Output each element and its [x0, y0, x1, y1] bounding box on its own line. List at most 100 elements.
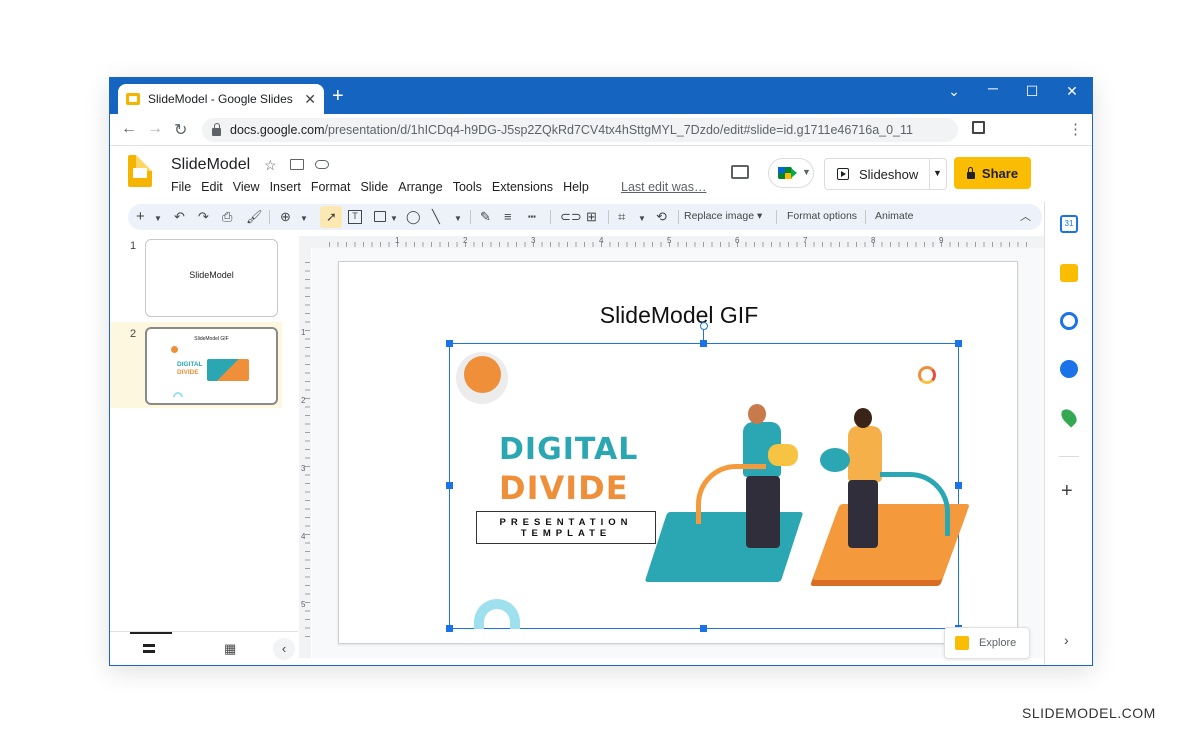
document-title[interactable]: SlideModel	[171, 156, 250, 174]
insert-image-icon[interactable]	[374, 211, 386, 222]
animate-button[interactable]: Animate	[875, 210, 914, 222]
back-icon[interactable]: ←	[121, 120, 137, 138]
menu-file[interactable]: File	[171, 180, 191, 194]
hide-filmstrip-icon[interactable]: ‹	[273, 638, 295, 660]
show-side-panel-icon[interactable]: ›	[1064, 632, 1069, 648]
shape-icon[interactable]: ◯	[406, 208, 421, 226]
menu-tools[interactable]: Tools	[453, 180, 482, 194]
add-comment-icon[interactable]: ⊞	[586, 208, 597, 226]
paint-format-icon[interactable]: 🖌	[246, 208, 263, 226]
tab-strip: SlideModel - Google Slides ✕ + ⌄ ─ ☐ ✕	[110, 78, 1092, 114]
resize-handle-tr[interactable]	[955, 340, 962, 347]
headline-divide: DIVIDE	[499, 469, 629, 507]
url-field[interactable]: docs.google.com/presentation/d/1hICDq4-h…	[202, 118, 958, 142]
menu-slide[interactable]: Slide	[360, 180, 388, 194]
select-cursor-icon[interactable]: ➚	[326, 208, 337, 226]
crop-menu-icon[interactable]: ▼	[638, 210, 646, 228]
side-panel-icon[interactable]	[972, 121, 985, 134]
browser-tab[interactable]: SlideModel - Google Slides ✕	[118, 84, 324, 114]
resize-handle-l[interactable]	[446, 482, 453, 489]
thumb-illustration	[207, 359, 249, 381]
minimize-icon[interactable]: ─	[973, 80, 1013, 96]
meet-button[interactable]: ▼	[768, 158, 814, 188]
insert-link-icon[interactable]: ⊂⊃	[560, 208, 582, 226]
orange-circle-decoration	[464, 356, 501, 393]
line-icon[interactable]: ╲	[432, 208, 440, 226]
menu-extensions[interactable]: Extensions	[492, 180, 553, 194]
rotate-handle[interactable]	[700, 322, 708, 330]
close-window-icon[interactable]: ✕	[1052, 83, 1092, 100]
border-dash-icon[interactable]: ┅	[528, 208, 536, 226]
text-box-icon[interactable]: T	[348, 210, 362, 224]
menu-insert[interactable]: Insert	[270, 180, 301, 194]
slide-title[interactable]: SlideModel GIF	[339, 302, 1019, 329]
tasks-icon[interactable]	[1060, 312, 1078, 330]
slideshow-options-icon[interactable]: ▼	[933, 168, 942, 178]
slideshow-button[interactable]: Slideshow ▼	[824, 158, 947, 190]
border-weight-icon[interactable]: ≡	[504, 208, 512, 226]
url-path: /presentation/d/1hICDq4-h9DG-J5sp2ZQkRd7…	[324, 123, 913, 137]
grid-view-icon[interactable]: ▦	[224, 641, 236, 657]
explore-button[interactable]: Explore	[944, 627, 1030, 659]
format-options-button[interactable]: Format options	[787, 210, 857, 222]
redo-icon[interactable]: ↷	[198, 208, 209, 226]
comments-icon[interactable]	[731, 165, 749, 179]
reset-image-icon[interactable]: ⟲	[656, 208, 667, 226]
new-slide-icon[interactable]: +	[136, 208, 145, 226]
menu-view[interactable]: View	[233, 180, 260, 194]
line-menu-icon[interactable]: ▼	[454, 210, 462, 228]
resize-handle-bl[interactable]	[446, 625, 453, 632]
slide[interactable]: SlideModel GIF DIGITAL DIVIDE PRESENTATI…	[338, 261, 1018, 644]
menu-bar: File Edit View Insert Format Slide Arran…	[171, 180, 599, 194]
replace-image-button[interactable]: Replace image ▾	[684, 210, 762, 222]
explore-icon	[955, 636, 969, 650]
maximize-icon[interactable]: ☐	[1012, 83, 1052, 100]
filmstrip: 1 SlideModel 2 SlideModel GIF DIGITAL DI…	[110, 234, 298, 634]
border-color-icon[interactable]: ✎	[480, 208, 491, 226]
maps-icon[interactable]	[1058, 406, 1080, 428]
slide-thumbnail-2[interactable]: SlideModel GIF DIGITAL DIVIDE	[145, 327, 278, 405]
last-edit-link[interactable]: Last edit was…	[621, 180, 706, 194]
keep-icon[interactable]	[1060, 264, 1078, 282]
move-folder-icon[interactable]	[290, 159, 304, 170]
share-button[interactable]: Share	[954, 157, 1031, 189]
forward-icon[interactable]: →	[147, 120, 163, 138]
tab-close-icon[interactable]: ✕	[304, 91, 316, 108]
menu-format[interactable]: Format	[311, 180, 351, 194]
new-slide-menu-icon[interactable]: ▼	[154, 210, 162, 228]
collapse-toolbar-icon[interactable]: ︿	[1020, 208, 1031, 226]
toolbar-divider	[550, 210, 551, 224]
cloud-status-icon[interactable]	[315, 160, 329, 169]
zoom-icon[interactable]: ⊕	[280, 208, 291, 226]
contacts-icon[interactable]	[1060, 360, 1078, 378]
resize-handle-tl[interactable]	[446, 340, 453, 347]
toolbar: + ▼ ↶ ↷ ⎙ 🖌 ⊕ ▼ ➚ T ▼ ◯ ╲ ▼ ✎ ≡ ┅ ⊂⊃ ⊞ ⌗…	[128, 204, 1042, 230]
browser-menu-icon[interactable]: ⋮	[1068, 120, 1083, 138]
toolbar-divider	[678, 210, 679, 224]
ruler-label: 5	[301, 600, 306, 609]
crop-icon[interactable]: ⌗	[618, 208, 625, 226]
menu-arrange[interactable]: Arrange	[398, 180, 442, 194]
menu-help[interactable]: Help	[563, 180, 589, 194]
tab-search-icon[interactable]: ⌄	[934, 83, 974, 100]
play-icon	[837, 168, 849, 180]
new-tab-button[interactable]: +	[332, 86, 344, 106]
undo-icon[interactable]: ↶	[174, 208, 185, 226]
resize-handle-b[interactable]	[700, 625, 707, 632]
ruler-label: 6	[735, 236, 740, 245]
filmstrip-view-icon[interactable]	[143, 644, 155, 653]
resize-handle-r[interactable]	[955, 482, 962, 489]
star-icon[interactable]: ☆	[264, 157, 277, 174]
menu-edit[interactable]: Edit	[201, 180, 223, 194]
calendar-icon[interactable]: 31	[1060, 215, 1078, 233]
print-icon[interactable]: ⎙	[222, 208, 232, 226]
side-panel-divider	[1059, 456, 1079, 457]
ruler-label: 2	[301, 396, 306, 405]
slides-logo-icon[interactable]	[128, 155, 152, 187]
cyan-arc-decoration	[474, 599, 520, 629]
reload-icon[interactable]: ↻	[174, 120, 187, 140]
image-menu-icon[interactable]: ▼	[390, 210, 398, 228]
slide-thumbnail-1[interactable]: SlideModel	[145, 239, 278, 317]
zoom-menu-icon[interactable]: ▼	[300, 210, 308, 228]
get-addons-icon[interactable]: +	[1061, 480, 1073, 503]
